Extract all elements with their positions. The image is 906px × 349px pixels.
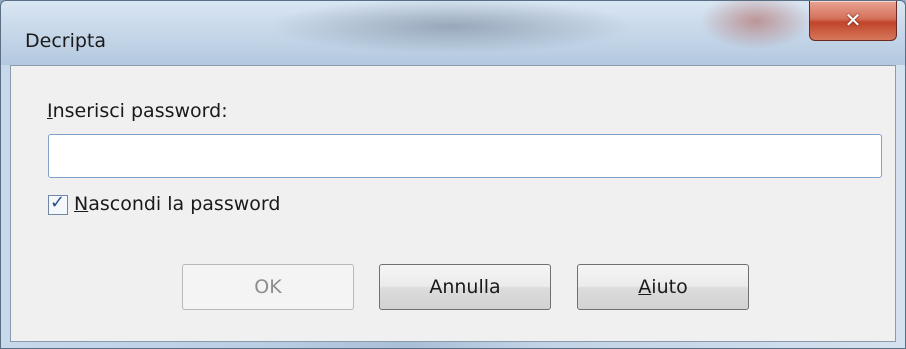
hide-password-text: ascondi la password [88, 193, 281, 215]
checkmark-icon: ✓ [50, 192, 66, 213]
dialog-title: Decripta [25, 30, 107, 52]
close-button[interactable]: ✕ [809, 1, 897, 41]
decrypt-dialog: Decripta ✕ Inserisci password: ✓ Nascond… [0, 0, 906, 349]
help-text: iuto [651, 276, 688, 298]
close-icon: ✕ [844, 8, 862, 32]
hide-password-checkbox[interactable]: ✓ [48, 192, 68, 215]
help-accelerator: A [638, 276, 652, 298]
password-label-text: nserisci password: [52, 100, 228, 122]
title-bar[interactable]: Decripta ✕ [1, 1, 905, 65]
password-input[interactable] [48, 134, 882, 178]
hide-password-label[interactable]: Nascondi la password [74, 193, 280, 215]
dialog-body: Inserisci password: ✓ Nascondi la passwo… [10, 65, 896, 342]
ok-button[interactable]: OK [182, 264, 354, 310]
help-button[interactable]: Aiuto [577, 264, 749, 310]
hide-password-accelerator: N [74, 193, 89, 215]
cancel-button[interactable]: Annulla [379, 264, 551, 310]
password-label: Inserisci password: [47, 100, 228, 122]
